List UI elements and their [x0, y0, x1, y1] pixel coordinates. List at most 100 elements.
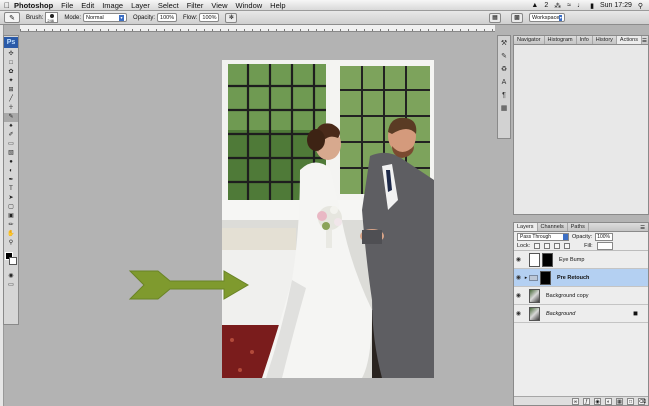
tab-histogram[interactable]: Histogram	[545, 36, 577, 44]
panel-menu-icon[interactable]: ☰	[640, 225, 648, 231]
layer-mask-thumbnail[interactable]	[542, 252, 553, 267]
character-panel-icon[interactable]: A	[499, 78, 509, 88]
gradient-tool-icon[interactable]: ▧	[4, 149, 18, 158]
adobe-status-icon[interactable]: ▲	[531, 2, 538, 9]
blend-mode-select[interactable]: Pass Through	[517, 233, 569, 241]
tab-history[interactable]: History	[593, 36, 617, 44]
battery-icon[interactable]: ▮	[590, 2, 594, 10]
clone-source-icon[interactable]: ♻	[499, 65, 509, 75]
layer-name[interactable]: Eye Bump	[559, 257, 584, 263]
tab-navigator[interactable]: Navigator	[514, 36, 545, 44]
wifi-icon[interactable]: ≈	[567, 2, 571, 9]
tab-channels[interactable]: Channels	[538, 223, 568, 231]
mode-select[interactable]: Normal ▾	[83, 13, 128, 22]
link-layers-icon[interactable]: ∞	[572, 397, 579, 405]
workspace-select[interactable]: Workspace ▾	[529, 13, 565, 22]
tab-info[interactable]: Info	[577, 36, 593, 44]
menu-help[interactable]: Help	[270, 1, 285, 10]
menu-layer[interactable]: Layer	[131, 1, 150, 10]
layer-row[interactable]: ◉ Eye Bump	[514, 251, 648, 269]
adjustment-layer-icon[interactable]: ◐	[605, 397, 612, 405]
brush-tool-icon[interactable]: ✎	[4, 113, 18, 122]
layer-row[interactable]: ◉ ▸ Pre Retouch	[514, 269, 648, 287]
add-mask-icon[interactable]: ◉	[594, 397, 601, 405]
lock-all-button[interactable]	[564, 243, 571, 249]
layer-name[interactable]: Background	[546, 311, 575, 317]
menu-app-name[interactable]: Photoshop	[14, 1, 53, 10]
eraser-tool-icon[interactable]: ▭	[4, 140, 18, 149]
type-tool-icon[interactable]: T	[4, 185, 18, 194]
menu-clock[interactable]: Sun 17:29	[600, 2, 632, 9]
airbrush-button[interactable]: ✻	[225, 12, 238, 23]
layer-opacity-field[interactable]: 100%	[595, 233, 614, 241]
zoom-tool-icon[interactable]: ⚲	[4, 239, 18, 248]
lock-transparent-button[interactable]	[534, 243, 541, 249]
eye-icon[interactable]: ◉	[514, 256, 523, 263]
dodge-tool-icon[interactable]: ◐	[4, 167, 18, 176]
spotlight-icon[interactable]: ⚲	[638, 2, 643, 10]
color-swatches[interactable]	[4, 251, 18, 269]
paragraph-panel-icon[interactable]: ¶	[499, 91, 509, 101]
menu-select[interactable]: Select	[158, 1, 179, 10]
panel-menu-icon[interactable]: ☰	[642, 38, 649, 44]
menu-filter[interactable]: Filter	[187, 1, 204, 10]
history-brush-tool-icon[interactable]: ✐	[4, 131, 18, 140]
layer-style-icon[interactable]: ƒ	[583, 397, 590, 405]
layer-row[interactable]: ◉ Background ◼	[514, 305, 648, 323]
menu-file[interactable]: File	[61, 1, 73, 10]
document-canvas[interactable]	[222, 60, 434, 378]
layer-name[interactable]: Background copy	[546, 293, 589, 299]
pen-tool-icon[interactable]: ✒	[4, 176, 18, 185]
menu-window[interactable]: Window	[235, 1, 262, 10]
hand-tool-icon[interactable]: ✋	[4, 230, 18, 239]
fill-field[interactable]	[596, 242, 613, 250]
flow-field[interactable]: 100%	[199, 13, 220, 22]
volume-icon[interactable]: ♩	[577, 2, 584, 9]
brush-picker[interactable]: 246	[45, 12, 59, 23]
bluetooth-icon[interactable]: ⁂	[554, 2, 561, 10]
tools-panel-icon[interactable]: ⚒	[499, 39, 509, 49]
new-group-icon[interactable]: ▦	[616, 397, 623, 405]
slice-tool-icon[interactable]: ╱	[4, 95, 18, 104]
tool-presets-icon[interactable]: ▦	[499, 104, 509, 114]
magic-wand-tool-icon[interactable]: ✦	[4, 77, 18, 86]
notes-tool-icon[interactable]: ▣	[4, 212, 18, 221]
healing-brush-tool-icon[interactable]: ☥	[4, 104, 18, 113]
tab-paths[interactable]: Paths	[568, 223, 589, 231]
apple-menu-icon[interactable]: 	[0, 1, 14, 10]
lock-position-button[interactable]	[554, 243, 561, 249]
eye-icon[interactable]: ◉	[514, 274, 523, 281]
marquee-tool-icon[interactable]: □	[4, 59, 18, 68]
crop-tool-icon[interactable]: ⊞	[4, 86, 18, 95]
menu-image[interactable]: Image	[102, 1, 123, 10]
tool-preset-picker[interactable]: ✎	[4, 12, 20, 23]
path-selection-tool-icon[interactable]: ➤	[4, 194, 18, 203]
eyedropper-tool-icon[interactable]: ✏	[4, 221, 18, 230]
layer-mask-thumbnail[interactable]	[540, 270, 551, 285]
layer-row[interactable]: ◉ Background copy	[514, 287, 648, 305]
move-tool-icon[interactable]: ✣	[4, 50, 18, 59]
background-color[interactable]	[9, 257, 17, 265]
screen-mode-icon[interactable]: ▭	[4, 281, 18, 290]
blur-tool-icon[interactable]: ●	[4, 158, 18, 167]
layer-name[interactable]: Pre Retouch	[557, 275, 589, 281]
quick-mask-icon[interactable]: ◉	[4, 272, 18, 281]
new-layer-icon[interactable]: □	[627, 397, 634, 405]
status-badge[interactable]: 2	[544, 2, 548, 9]
menu-edit[interactable]: Edit	[81, 1, 94, 10]
lock-pixels-button[interactable]	[544, 243, 551, 249]
tab-actions[interactable]: Actions	[616, 36, 642, 44]
palette-well-button[interactable]: ▦	[489, 12, 501, 23]
eye-icon[interactable]: ◉	[514, 292, 523, 299]
brushes-panel-icon[interactable]: ✎	[499, 52, 509, 62]
menu-view[interactable]: View	[211, 1, 227, 10]
opacity-field[interactable]: 100%	[157, 13, 178, 22]
trash-icon[interactable]: ⌫	[638, 397, 646, 405]
photoshop-logo[interactable]: Ps	[4, 37, 18, 48]
shape-tool-icon[interactable]: ▢	[4, 203, 18, 212]
bridge-button[interactable]: ▩	[511, 12, 523, 23]
eye-icon[interactable]: ◉	[514, 310, 523, 317]
lasso-tool-icon[interactable]: ✿	[4, 68, 18, 77]
tab-layers[interactable]: Layers	[514, 223, 538, 231]
clone-stamp-tool-icon[interactable]: ♠	[4, 122, 18, 131]
